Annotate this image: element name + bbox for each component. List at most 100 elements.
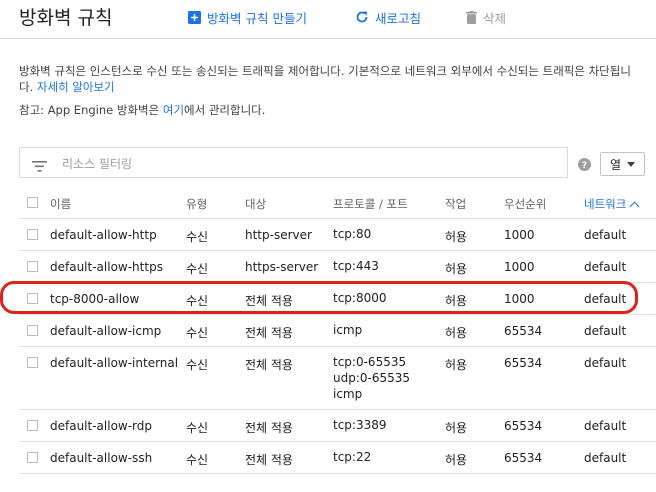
row-checkbox[interactable] — [27, 325, 38, 336]
page-description: 방화벽 규칙은 인스턴스로 수신 또는 송신되는 트래픽을 제어합니다. 기본적… — [19, 63, 639, 95]
page-header: 방화벽 규칙 방화벽 규칙 만들기 새로고침 삭제 — [0, 0, 656, 39]
rule-name[interactable]: default-allow-http — [50, 228, 157, 242]
note-prefix: 참고: App Engine 방화벽은 — [19, 103, 160, 117]
table-row: default-allow-rdp 수신 전체 적용 tcp:3389 허용 6… — [19, 410, 656, 442]
header-action[interactable]: 작업 — [445, 196, 466, 212]
rule-network: default — [584, 451, 627, 465]
delete-button-label: 삭제 — [483, 10, 507, 26]
rule-protocol: tcp:0-65535 udp:0-65535 icmp — [333, 354, 410, 402]
table-row: default-allow-icmp 수신 전체 적용 icmp 허용 6553… — [19, 315, 656, 347]
header-name[interactable]: 이름 — [50, 196, 71, 212]
rule-name[interactable]: tcp-8000-allow — [50, 292, 139, 306]
rule-protocol: icmp — [333, 323, 363, 337]
header-target[interactable]: 대상 — [245, 196, 266, 212]
table-row: tcp-8000-allow 수신 전체 적용 tcp:8000 허용 1000… — [19, 283, 656, 315]
table-row: default-allow-internal 수신 전체 적용 tcp:0-65… — [19, 347, 656, 410]
rule-protocol: tcp:22 — [333, 450, 372, 464]
header-protocol[interactable]: 프로토콜 / 포트 — [333, 196, 408, 212]
svg-text:?: ? — [582, 161, 587, 171]
row-checkbox[interactable] — [27, 261, 38, 272]
table-row: default-allow-https 수신 https-server tcp:… — [19, 251, 656, 283]
select-all-checkbox[interactable] — [27, 197, 38, 208]
header-network-label: 네트워크 — [584, 197, 627, 211]
rule-name[interactable]: default-allow-icmp — [50, 324, 161, 338]
header-type[interactable]: 유형 — [186, 196, 207, 212]
rule-action: 허용 — [445, 326, 468, 340]
firewall-rules-table: 이름 유형 대상 프로토콜 / 포트 작업 우선순위 네트워크 default-… — [19, 187, 656, 474]
chevron-down-icon — [627, 161, 636, 167]
rule-priority: 65534 — [504, 451, 543, 465]
filter-icon — [32, 157, 47, 176]
rule-type: 수신 — [186, 326, 209, 340]
trash-icon — [466, 10, 477, 24]
learn-more-link[interactable]: 자세히 알아보기 — [37, 80, 115, 94]
rule-action: 허용 — [445, 262, 468, 276]
table-row: default-allow-http 수신 http-server tcp:80… — [19, 219, 656, 251]
rule-action: 허용 — [445, 230, 468, 244]
rule-priority: 1000 — [504, 228, 535, 242]
header-priority[interactable]: 우선순위 — [504, 196, 546, 212]
row-checkbox[interactable] — [27, 357, 38, 368]
sort-ascending-icon — [629, 201, 640, 211]
rule-network: default — [584, 419, 627, 433]
row-checkbox[interactable] — [27, 229, 38, 240]
rule-priority: 1000 — [504, 292, 535, 306]
protocol-line: icmp — [333, 387, 363, 401]
refresh-button-label: 새로고침 — [375, 10, 422, 26]
create-firewall-rule-button[interactable]: 방화벽 규칙 만들기 — [188, 7, 307, 27]
protocol-line: udp:0-65535 — [333, 371, 411, 385]
rule-name[interactable]: default-allow-internal — [50, 356, 178, 370]
columns-dropdown[interactable]: 열 — [600, 152, 645, 176]
rule-protocol: tcp:80 — [333, 227, 372, 241]
refresh-icon — [355, 10, 369, 24]
page-title: 방화벽 규칙 — [19, 7, 113, 29]
resource-filter-input[interactable] — [60, 153, 544, 175]
protocol-line: tcp:0-65535 — [333, 355, 407, 369]
rule-type: 수신 — [186, 358, 209, 372]
rule-name[interactable]: default-allow-https — [50, 260, 163, 274]
rule-priority: 65534 — [504, 356, 543, 370]
rule-name[interactable]: default-allow-ssh — [50, 451, 152, 465]
columns-label: 열 — [609, 157, 622, 172]
rule-type: 수신 — [186, 294, 209, 308]
rule-priority: 1000 — [504, 260, 535, 274]
rule-priority: 65534 — [504, 324, 543, 338]
rule-action: 허용 — [445, 358, 468, 372]
note-suffix: 에서 관리합니다. — [184, 103, 266, 117]
refresh-button[interactable]: 새로고침 — [355, 7, 421, 27]
header-network[interactable]: 네트워크 — [584, 196, 640, 212]
rule-type: 수신 — [186, 421, 209, 435]
row-checkbox[interactable] — [27, 452, 38, 463]
row-checkbox[interactable] — [27, 420, 38, 431]
rule-target: 전체 적용 — [245, 358, 293, 372]
rule-protocol: tcp:8000 — [333, 291, 387, 305]
rule-type: 수신 — [186, 262, 209, 276]
rule-priority: 65534 — [504, 419, 543, 433]
rule-target: https-server — [245, 260, 319, 274]
rule-protocol: tcp:443 — [333, 259, 379, 273]
delete-button[interactable]: 삭제 — [466, 7, 506, 27]
rule-type: 수신 — [186, 453, 209, 467]
rule-network: default — [584, 356, 627, 370]
rule-action: 허용 — [445, 294, 468, 308]
table-header-row: 이름 유형 대상 프로토콜 / 포트 작업 우선순위 네트워크 — [19, 187, 656, 219]
app-engine-note: 참고: App Engine 방화벽은 여기에서 관리합니다. — [19, 102, 265, 118]
filter-bar — [19, 147, 568, 178]
rule-target: 전체 적용 — [245, 421, 293, 435]
row-checkbox[interactable] — [27, 293, 38, 304]
add-box-icon — [188, 10, 201, 24]
rule-name[interactable]: default-allow-rdp — [50, 419, 152, 433]
help-icon[interactable]: ? — [578, 156, 591, 175]
rule-network: default — [584, 324, 627, 338]
note-here-link[interactable]: 여기 — [163, 103, 184, 117]
rule-action: 허용 — [445, 453, 468, 467]
rule-target: http-server — [245, 228, 312, 242]
table-row: default-allow-ssh 수신 전체 적용 tcp:22 허용 655… — [19, 442, 656, 474]
rule-type: 수신 — [186, 230, 209, 244]
rule-network: default — [584, 292, 627, 306]
rule-target: 전체 적용 — [245, 453, 293, 467]
rule-action: 허용 — [445, 421, 468, 435]
rule-network: default — [584, 260, 627, 274]
rule-network: default — [584, 228, 627, 242]
create-button-label: 방화벽 규칙 만들기 — [207, 10, 307, 26]
